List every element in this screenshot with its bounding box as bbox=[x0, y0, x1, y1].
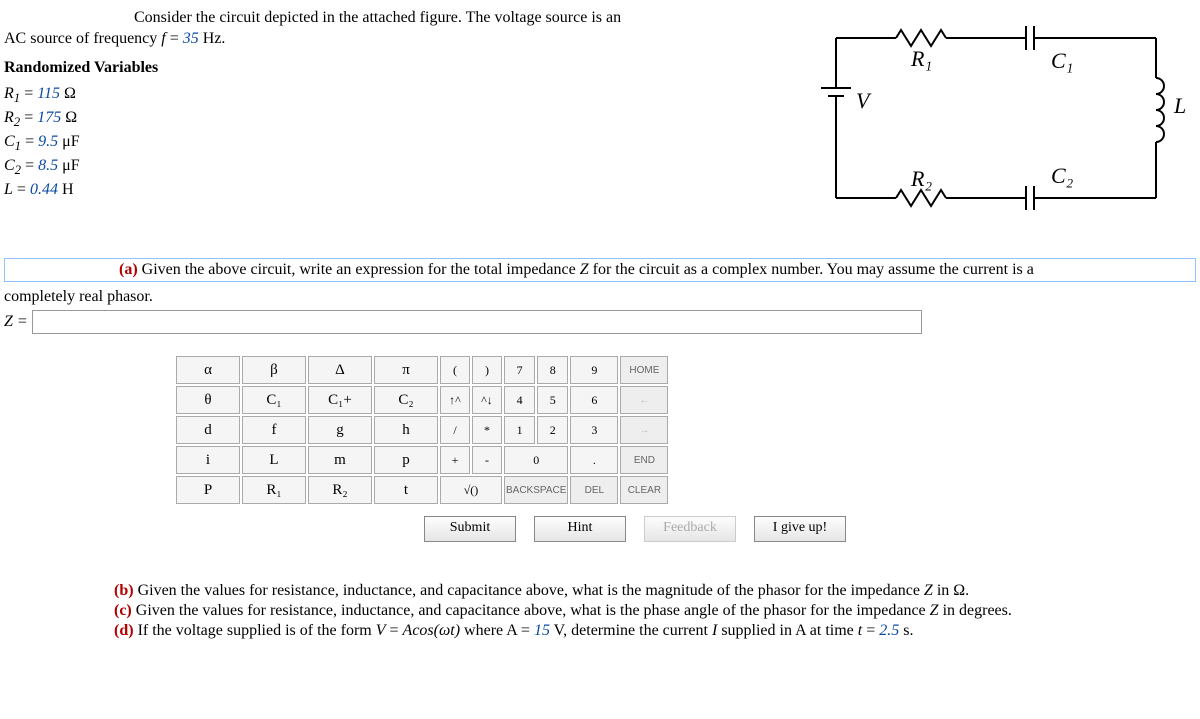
part-a-box: (a) Given the above circuit, write an ex… bbox=[4, 258, 1196, 282]
svg-text:R₂: R₂ bbox=[910, 166, 932, 191]
key-1[interactable]: 1 bbox=[504, 416, 535, 444]
key-close-paren[interactable]: ) bbox=[472, 356, 502, 384]
key-4[interactable]: 4 bbox=[504, 386, 535, 414]
key-open-paren[interactable]: ( bbox=[440, 356, 470, 384]
key-del[interactable]: DEL bbox=[570, 476, 618, 504]
key-h[interactable]: h bbox=[374, 416, 438, 444]
key-g[interactable]: g bbox=[308, 416, 372, 444]
key-alpha[interactable]: α bbox=[176, 356, 240, 384]
giveup-button[interactable]: I give up! bbox=[754, 516, 846, 542]
key-home[interactable]: HOME bbox=[620, 356, 668, 384]
feedback-button[interactable]: Feedback bbox=[644, 516, 736, 542]
key-pi[interactable]: π bbox=[374, 356, 438, 384]
key-down[interactable]: ^↓ bbox=[472, 386, 502, 414]
key-plus[interactable]: + bbox=[440, 446, 470, 474]
key-m[interactable]: m bbox=[308, 446, 372, 474]
key-c1plus[interactable]: C₁+ bbox=[308, 386, 372, 414]
answer-input[interactable] bbox=[32, 310, 922, 334]
key-sqrt[interactable]: √() bbox=[440, 476, 502, 504]
key-R1[interactable]: R₁ bbox=[242, 476, 306, 504]
svg-text:L: L bbox=[1173, 93, 1186, 118]
key-3[interactable]: 3 bbox=[570, 416, 618, 444]
key-d[interactable]: d bbox=[176, 416, 240, 444]
key-6[interactable]: 6 bbox=[570, 386, 618, 414]
hint-button[interactable]: Hint bbox=[534, 516, 626, 542]
submit-button[interactable]: Submit bbox=[424, 516, 516, 542]
key-R2[interactable]: R₂ bbox=[308, 476, 372, 504]
variables-list: R1 = 115 Ω R2 = 175 Ω C1 = 9.5 μF C2 = 8… bbox=[4, 84, 776, 200]
part-a-line2: completely real phasor. bbox=[4, 288, 1196, 306]
key-slash[interactable]: / bbox=[440, 416, 470, 444]
circuit-diagram: V R₁ C₁ L R₂ C₂ bbox=[796, 8, 1196, 248]
key-theta[interactable]: θ bbox=[176, 386, 240, 414]
parts-bcd: (b) Given the values for resistance, ind… bbox=[4, 582, 1196, 640]
svg-text:V: V bbox=[856, 88, 872, 113]
intro-line-2: AC source of frequency f = 35 Hz. bbox=[4, 29, 776, 50]
key-5[interactable]: 5 bbox=[537, 386, 568, 414]
answer-lhs: Z = bbox=[4, 313, 28, 331]
svg-text:R₁: R₁ bbox=[910, 46, 932, 71]
key-minus[interactable]: - bbox=[472, 446, 502, 474]
key-left[interactable]: ← bbox=[620, 386, 668, 414]
key-beta[interactable]: β bbox=[242, 356, 306, 384]
key-L[interactable]: L bbox=[242, 446, 306, 474]
key-backspace[interactable]: BACKSPACE bbox=[504, 476, 568, 504]
key-right[interactable]: → bbox=[620, 416, 668, 444]
key-up[interactable]: ↑^ bbox=[440, 386, 470, 414]
key-8[interactable]: 8 bbox=[537, 356, 568, 384]
svg-text:C₁: C₁ bbox=[1051, 48, 1073, 73]
key-c1[interactable]: C₁ bbox=[242, 386, 306, 414]
key-star[interactable]: * bbox=[472, 416, 502, 444]
key-p[interactable]: p bbox=[374, 446, 438, 474]
key-i[interactable]: i bbox=[176, 446, 240, 474]
key-delta[interactable]: Δ bbox=[308, 356, 372, 384]
key-c2[interactable]: C₂ bbox=[374, 386, 438, 414]
key-2[interactable]: 2 bbox=[537, 416, 568, 444]
key-P[interactable]: P bbox=[176, 476, 240, 504]
key-dot[interactable]: . bbox=[570, 446, 618, 474]
key-0[interactable]: 0 bbox=[504, 446, 568, 474]
svg-text:C₂: C₂ bbox=[1051, 163, 1074, 188]
key-7[interactable]: 7 bbox=[504, 356, 535, 384]
key-end[interactable]: END bbox=[620, 446, 668, 474]
key-t[interactable]: t bbox=[374, 476, 438, 504]
intro-line-1: Consider the circuit depicted in the att… bbox=[4, 8, 776, 29]
key-9[interactable]: 9 bbox=[570, 356, 618, 384]
key-clear[interactable]: CLEAR bbox=[620, 476, 668, 504]
keypad: α β Δ π ( ) 7 8 9 HOME θ C₁ C₁+ C₂ ↑^ ^↓… bbox=[174, 354, 1196, 542]
key-f[interactable]: f bbox=[242, 416, 306, 444]
randomized-heading: Randomized Variables bbox=[4, 58, 776, 79]
